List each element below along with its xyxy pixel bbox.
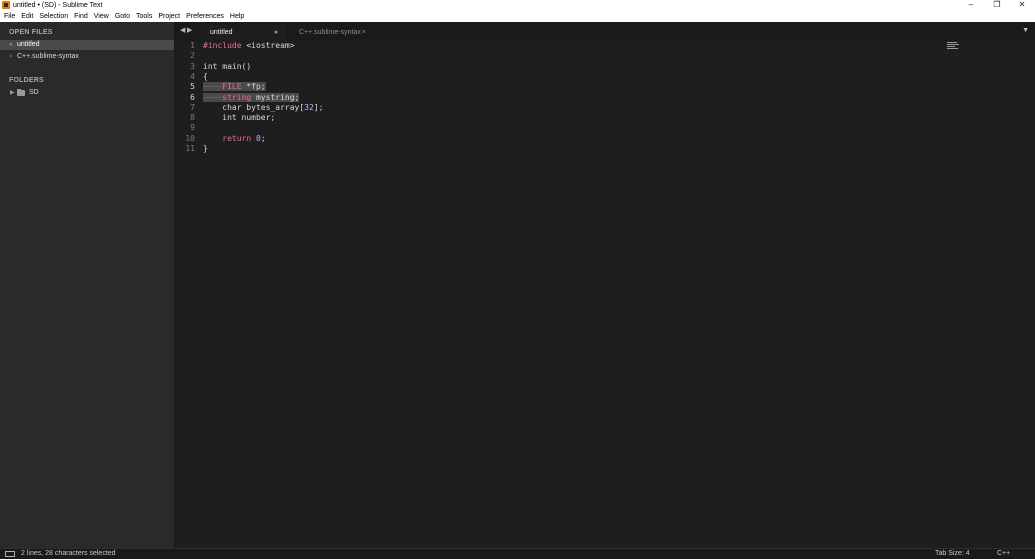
tab-forward-icon[interactable]: ▶ (187, 26, 192, 34)
sidebar: OPEN FILES ● untitled × C++.sublime-synt… (0, 22, 175, 548)
sublime-app-icon (2, 1, 10, 9)
tab-label: untitled (210, 29, 233, 36)
folder-sd[interactable]: ▶ SD (0, 88, 174, 98)
line-number: 9 (190, 123, 195, 133)
code-line: #include <iostream> (203, 41, 295, 51)
folder-icon (17, 89, 25, 96)
line-number: 8 (190, 113, 195, 123)
code-line-selected: ────FILE *fp; (203, 82, 266, 92)
code-text: mystring; (251, 92, 300, 102)
line-number: 4 (190, 71, 195, 81)
window-title: untitled • (SD) - Sublime Text (13, 2, 103, 9)
unsaved-dot-icon[interactable]: ● (9, 40, 13, 50)
code-line: char bytes_array[32]; (203, 103, 323, 113)
code-line-selected: ────string mystring; (203, 92, 300, 103)
selection-status: 2 lines, 28 characters selected (21, 550, 116, 557)
menu-preferences[interactable]: Preferences (186, 11, 224, 22)
line-number: 1 (190, 41, 195, 50)
menu-edit[interactable]: Edit (21, 11, 33, 22)
code-text: *fp; (241, 82, 266, 92)
keyword-token: return (222, 133, 252, 143)
code-text: ]; (313, 102, 324, 112)
line-number: 11 (185, 144, 195, 153)
open-file-label: C++.sublime-syntax (17, 53, 79, 60)
code-text: ; (260, 133, 266, 143)
status-bar: 2 lines, 28 characters selected Tab Size… (0, 548, 1035, 559)
tab-label: C++.sublime-syntax (299, 29, 361, 36)
tab-back-icon[interactable]: ◀ (180, 26, 185, 34)
line-number: 3 (190, 61, 195, 71)
syntax-indicator[interactable]: C++ (997, 549, 1010, 559)
tab-size-indicator[interactable]: Tab Size: 4 (935, 549, 970, 559)
title-bar: untitled • (SD) - Sublime Text – ❐ ✕ (0, 0, 1035, 11)
line-number: 5 (190, 82, 195, 92)
code-text: <iostream> (241, 41, 295, 50)
indent-guide: ──── (203, 82, 223, 92)
folder-label: SD (29, 89, 39, 96)
code-line: int number; (203, 113, 276, 123)
code-line: int main() (203, 61, 252, 71)
menu-selection[interactable]: Selection (39, 11, 68, 22)
code-line: } (203, 144, 208, 153)
indent-guide: ──── (203, 92, 223, 102)
line-number: 7 (190, 102, 195, 112)
minimize-button[interactable]: – (958, 0, 984, 11)
number-token: 32 (304, 102, 314, 112)
menu-view[interactable]: View (94, 11, 109, 22)
open-file-cpp-syntax[interactable]: × C++.sublime-syntax (0, 52, 174, 62)
type-token: char (222, 102, 242, 112)
preprocessor-token: #include (203, 41, 242, 50)
line-number: 10 (185, 133, 195, 143)
menu-bar: File Edit Selection Find View Goto Tools… (0, 11, 1035, 22)
menu-find[interactable]: Find (74, 11, 88, 22)
line-number: 2 (190, 51, 195, 61)
expand-arrow-icon[interactable]: ▶ (10, 88, 15, 98)
code-editor[interactable]: 1 2 3 4 5 6 7 8 9 10 11 #include <iostre… (175, 41, 1035, 548)
tab-cpp-syntax[interactable]: C++.sublime-syntax × (289, 25, 375, 41)
tab-bar: ◀ ▶ untitled ● C++.sublime-syntax × ▼ (175, 22, 1035, 41)
line-number: 6 (190, 92, 195, 102)
menu-goto[interactable]: Goto (115, 11, 130, 22)
folders-header: FOLDERS (9, 77, 44, 84)
code-line: return 0; (203, 133, 266, 144)
tab-list-dropdown-icon[interactable]: ▼ (1022, 27, 1029, 34)
unsaved-dot-icon[interactable]: ● (274, 25, 278, 41)
menu-file[interactable]: File (4, 11, 15, 22)
close-tab-icon[interactable]: × (362, 25, 366, 41)
close-button[interactable]: ✕ (1009, 0, 1035, 11)
minimap[interactable] (947, 42, 959, 50)
menu-project[interactable]: Project (158, 11, 180, 22)
menu-tools[interactable]: Tools (136, 11, 152, 22)
code-text: bytes_array[ (241, 102, 305, 112)
restore-button[interactable]: ❐ (984, 0, 1010, 11)
open-file-untitled[interactable]: ● untitled (0, 40, 174, 50)
open-file-label: untitled (17, 41, 40, 48)
console-toggle-icon[interactable] (5, 551, 15, 557)
open-files-header: OPEN FILES (9, 29, 53, 36)
menu-help[interactable]: Help (230, 11, 244, 22)
close-file-icon[interactable]: × (9, 52, 13, 62)
type-token: string (222, 92, 252, 102)
type-token: FILE (222, 82, 242, 92)
code-line: { (203, 71, 208, 81)
tab-untitled[interactable]: untitled ● (200, 25, 286, 41)
